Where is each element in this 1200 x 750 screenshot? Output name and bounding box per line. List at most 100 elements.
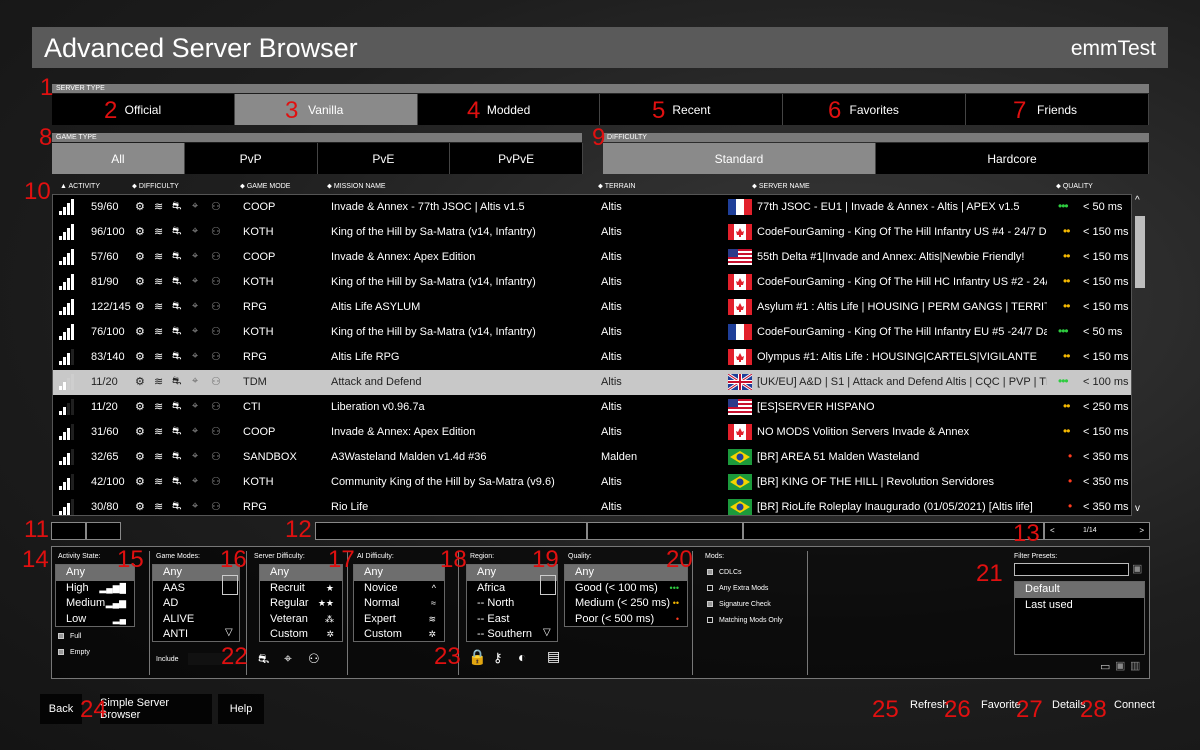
quality-item[interactable]: Medium (< 250 ms) •• [565,596,687,612]
server-type-tab-2[interactable]: Modded [417,94,601,125]
trash-icon[interactable]: ▥ [1130,659,1140,672]
scroll-up-icon[interactable]: ^ [1135,195,1140,206]
crosshair-icon[interactable]: ⌖ [284,650,292,667]
key-icon[interactable]: ⚷ [493,650,503,666]
search-field-1[interactable] [51,522,86,540]
table-row[interactable]: 81/90 ⚙ ≋ ⛐ ⌖ ⚇ KOTH King of the Hill by Sa-Mat… [53,270,1131,295]
refresh-button[interactable]: Refresh [910,699,949,711]
table-row[interactable]: 42/100 ⚙ ≋ ⛐ ⌖ ⚇ KOTH Community King of the Hil… [53,470,1131,495]
col-terrain[interactable]: ⬥ TERRAIN [598,183,635,191]
region-scroll-thumb[interactable] [540,575,556,595]
region-scroll-down-icon[interactable]: ▽ [543,627,551,638]
connect-button[interactable]: Connect [1114,699,1155,711]
preset-name-input[interactable] [1014,563,1129,576]
game-modes-scroll-down-icon[interactable]: ▽ [225,627,233,638]
server-type-tab-0[interactable]: Official [52,94,235,125]
table-row[interactable]: 11/20 ⚙ ≋ ⛐ ⌖ ⚇ TDM Attack and Defend Altis [UK/E… [53,370,1131,395]
save-icon[interactable]: ▣ [1132,562,1142,575]
mods-checkbox[interactable]: CDLCs [707,569,742,576]
server-difficulty-item[interactable]: Veteran ⁂ [260,612,342,628]
table-row[interactable]: 96/100 ⚙ ≋ ⛐ ⌖ ⚇ KOTH King of the Hill by Sa-Ma… [53,220,1131,245]
table-row[interactable]: 83/140 ⚙ ≋ ⛐ ⌖ ⚇ RPG Altis Life RPG Altis Olympus… [53,345,1131,370]
quality-list[interactable]: Any Good (< 100 ms) ••• Medium (< 250 ms) ••… [564,564,688,627]
table-row[interactable]: 59/60 ⚙ ≋ ⛐ ⌖ ⚇ COOP Invade & Annex - 77th JSOC… [53,195,1131,220]
table-row[interactable]: 122/145 ⚙ ≋ ⛐ ⌖ ⚇ RPG Altis Life ASYLUM Altis Asy… [53,295,1131,320]
scroll-thumb[interactable] [1135,216,1145,288]
server-difficulty-list[interactable]: Any Recruit ★ Regular ★★ Veteran ⁂ Custom ✲ [259,564,343,642]
favorite-button[interactable]: Favorite [981,699,1021,711]
col-quality[interactable]: ⬥ QUALITY [1056,183,1093,191]
game-modes-scroll-thumb[interactable] [222,575,238,595]
server-type-tab-5[interactable]: Friends [966,94,1149,125]
col-game-mode[interactable]: ⬥ GAME MODE [240,183,290,191]
ai-difficulty-item[interactable]: Normal ≈ [354,596,444,612]
activity-state-item[interactable]: Low ▂▄ [56,612,134,628]
search-server-field[interactable] [743,522,1044,540]
region-item[interactable]: -- North [467,596,557,612]
ai-difficulty-item[interactable]: Novice ^ [354,581,444,597]
difficulty-tab-0[interactable]: Standard [603,143,876,174]
server-type-tab-4[interactable]: Favorites [783,94,967,125]
server-type-tab-1[interactable]: Vanilla [234,94,418,125]
third-person-icon[interactable]: ⛐ [258,651,269,669]
activity-state-list[interactable]: Any High ▂▄▆█ Medium ▂▄▆ Low ▂▄ [55,564,135,627]
player-count: 83/140 [91,351,125,363]
ai-difficulty-item[interactable]: Custom ✲ [354,627,444,643]
pager-prev[interactable]: < [1050,526,1055,535]
col-mission-name[interactable]: ⬥ MISSION NAME [327,183,386,191]
col-server-name[interactable]: ⬥ SERVER NAME [752,183,810,191]
server-list-scrollbar[interactable]: ^ v [1132,194,1148,516]
search-terrain-field[interactable] [587,522,743,540]
ai-difficulty-item[interactable]: Expert ≋ [354,612,444,628]
activity-state-item[interactable]: Medium ▂▄▆ [56,596,134,612]
game-type-tab-0[interactable]: All [52,143,185,174]
mods-checkbox[interactable]: Signature Check [707,601,771,608]
server-list[interactable]: 59/60 ⚙ ≋ ⛐ ⌖ ⚇ COOP Invade & Annex - 77th JSOC… [52,194,1132,516]
ai-difficulty-list[interactable]: Any Novice ^ Normal ≈ Expert ≋ Custom ✲ [353,564,445,642]
empty-checkbox[interactable]: Empty [58,649,90,656]
difficulty-tab-1[interactable]: Hardcore [876,143,1149,174]
filter-presets-list[interactable]: Default Last used [1014,581,1145,655]
help-button[interactable]: Help [218,694,264,724]
game-type-tab-1[interactable]: PvP [184,143,318,174]
col-activity[interactable]: ▲ ACTIVITY [60,183,100,190]
simple-server-browser-button[interactable]: Simple Server Browser [100,694,212,724]
scroll-down-icon[interactable]: v [1135,503,1140,514]
server-difficulty-item[interactable]: Regular ★★ [260,596,342,612]
lock-icon[interactable]: 🔒 [468,648,487,666]
table-row[interactable]: 32/65 ⚙ ≋ ⛐ ⌖ ⚇ SANDBOX A3Wasteland Malden v1.4… [53,445,1131,470]
table-row[interactable]: 30/80 ⚙ ≋ ⛐ ⌖ ⚇ RPG Rio Life Altis [BR] RioLife R… [53,495,1131,515]
filter-preset-item[interactable]: Last used [1015,598,1144,614]
activity-state-item[interactable]: High ▂▄▆█ [56,581,134,597]
full-checkbox[interactable]: Full [58,633,81,640]
search-field-2[interactable] [86,522,121,540]
region-item[interactable]: -- East [467,612,557,628]
ai-difficulty-item[interactable]: Any [354,565,444,581]
table-row[interactable]: 57/60 ⚙ ≋ ⛐ ⌖ ⚇ COOP Invade & Annex: Apex Editi… [53,245,1131,270]
back-button[interactable]: Back [40,694,82,724]
map-marker-icon[interactable]: ⚇ [308,651,320,667]
save-preset-icon[interactable]: ▣ [1115,659,1125,672]
quality-item[interactable]: Poor (< 500 ms) • [565,612,687,628]
filter-preset-item[interactable]: Default [1015,582,1144,598]
mods-checkbox[interactable]: Any Extra Mods [707,585,768,592]
server-type-tab-3[interactable]: Recent [600,94,784,125]
version-list-icon[interactable]: ▤ [547,648,560,665]
table-row[interactable]: 11/20 ⚙ ≋ ⛐ ⌖ ⚇ CTI Liberation v0.96.7a Altis [ES… [53,395,1131,420]
server-difficulty-item[interactable]: Recruit ★ [260,581,342,597]
quality-item[interactable]: Good (< 100 ms) ••• [565,581,687,597]
game-mode-item[interactable]: AD [153,596,239,612]
search-mission-field[interactable] [315,522,587,540]
table-row[interactable]: 76/100 ⚙ ≋ ⛐ ⌖ ⚇ KOTH King of the Hill by Sa-Ma… [53,320,1131,345]
folder-icon[interactable]: ▭ [1100,660,1110,673]
activity-bars-icon: ▂▄▆ [105,598,126,608]
table-row[interactable]: 31/60 ⚙ ≋ ⛐ ⌖ ⚇ COOP Invade & Annex: Apex Editi… [53,420,1131,445]
game-type-tab-3[interactable]: PvPvE [450,143,583,174]
pager-next[interactable]: > [1139,526,1144,535]
mods-checkbox[interactable]: Matching Mods Only [707,617,783,624]
server-difficulty-item[interactable]: Custom ✲ [260,627,342,643]
game-mode-item[interactable]: ALIVE [153,612,239,628]
col-difficulty[interactable]: ⬥ DIFFICULTY [132,183,179,191]
battleye-icon[interactable]: ◐ [518,649,526,665]
game-type-tab-2[interactable]: PvE [317,143,451,174]
